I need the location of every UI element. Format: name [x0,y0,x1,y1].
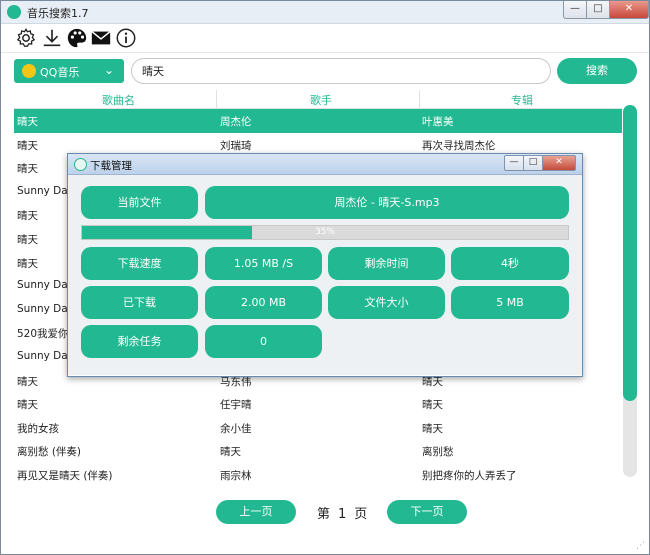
table-header: 歌曲名 歌手 专辑 [14,90,622,109]
album-cell: 晴天 [422,399,443,412]
toolbar [1,24,649,53]
artist-cell: 刘瑞琦 [220,139,252,152]
album-cell: 叶惠美 [422,116,454,128]
app-icon [7,5,21,19]
dialog-body: 当前文件 周杰伦 - 晴天-S.mp3 35% 下载速度 1.05 MB /S … [68,175,582,375]
chevron-down-icon: ⌄ [103,63,114,77]
download-icon[interactable] [41,27,63,49]
page-indicator: 第1页 [317,503,375,522]
song-title-cell: 晴天 [17,139,38,152]
song-title-cell: 晴天 [17,233,38,246]
column-divider [419,90,420,108]
page-word-1: 第 [317,507,331,522]
song-title-cell: Sunny Day [17,279,74,292]
window-title: 音乐搜索1.7 [27,7,89,20]
album-cell: 别把疼你的人弄丢了 [422,469,517,482]
resize-grip[interactable]: ⋰ [636,541,646,551]
speed-label: 下载速度 [81,247,198,280]
mail-icon[interactable] [90,27,112,49]
song-title-cell: Sunny Day [17,302,74,315]
close-button[interactable]: ✕ [609,1,649,19]
song-title-cell: Sunny Day [17,349,74,362]
file-size-label: 文件大小 [328,286,445,319]
album-cell: 离别愁 [422,446,454,459]
search-row: QQ音乐 ⌄ 搜索 [1,56,649,90]
scrollbar-thumb[interactable] [623,105,637,401]
progress-text: 35% [314,227,335,237]
song-title-cell: 晴天 [17,163,38,176]
page-word-2: 页 [354,507,368,522]
downloaded-label: 已下载 [81,286,198,319]
song-title-cell: 晴天 [17,375,38,388]
current-file-name: 周杰伦 - 晴天-S.mp3 [205,186,569,219]
download-progress-bar: 35% [81,225,569,240]
song-title-cell: 晴天 [17,257,38,270]
remaining-time-value: 4秒 [451,247,569,280]
table-row[interactable]: 再见又是晴天 (伴奏) 雨宗林 别把疼你的人弄丢了 [14,463,622,487]
pager: 上一页 第1页 下一页 [1,500,649,526]
artist-cell: 周杰伦 [220,116,252,128]
speed-value: 1.05 MB /S [205,247,322,280]
remaining-time-label: 剩余时间 [328,247,445,280]
song-title-cell: 520我爱你 [17,328,69,341]
qq-music-icon [22,64,36,78]
file-size-value: 5 MB [451,286,569,319]
prev-page-button[interactable]: 上一页 [216,500,296,524]
column-divider [216,90,217,108]
vertical-scrollbar[interactable] [623,105,637,477]
column-header-artist[interactable]: 歌手 [310,92,332,108]
song-title-cell: 晴天 [17,399,38,412]
column-header-album[interactable]: 专辑 [511,92,533,108]
source-select[interactable]: QQ音乐 ⌄ [14,59,124,83]
dialog-app-icon [74,158,87,171]
info-icon[interactable] [115,27,137,49]
search-button[interactable]: 搜索 [557,58,637,84]
download-manager-dialog: 下载管理 — □ ✕ 当前文件 周杰伦 - 晴天-S.mp3 35% 下载速度 … [67,153,583,377]
palette-icon[interactable] [66,27,88,49]
song-title-cell: 离别愁 (伴奏) [17,446,82,459]
album-cell: 晴天 [422,422,443,435]
downloaded-value: 2.00 MB [205,286,322,319]
artist-cell: 雨宗林 [220,469,252,482]
table-row[interactable]: 晴天 任宇晴 晴天 [14,392,622,416]
main-window: 音乐搜索1.7 — □ ✕ QQ音乐 ⌄ 晴天 搜索 歌曲名 歌手 专辑 晴天 … [0,0,650,555]
page-number: 1 [338,507,347,522]
song-title-cell: 我的女孩 [17,422,59,435]
table-row[interactable]: 离别愁 (伴奏) 晴天 离别愁 [14,439,622,463]
dialog-maximize-button[interactable]: □ [523,155,543,171]
table-row[interactable]: 晴天 周杰伦 叶惠美 [14,109,622,133]
minimize-button[interactable]: — [563,1,587,19]
dialog-title: 下载管理 [90,160,132,172]
dialog-minimize-button[interactable]: — [504,155,524,171]
maximize-button[interactable]: □ [586,1,610,19]
search-input[interactable] [131,58,551,84]
title-bar: 音乐搜索1.7 — □ ✕ [1,1,649,24]
song-title-cell: 晴天 [17,116,38,128]
table-row[interactable]: 我的女孩 余小佳 晴天 [14,416,622,440]
artist-cell: 余小佳 [220,422,252,435]
album-cell: 再次寻找周杰伦 [422,139,496,152]
next-page-button[interactable]: 下一页 [387,500,467,524]
artist-cell: 晴天 [220,446,241,459]
gear-icon[interactable] [15,27,37,49]
song-title-cell: 再见又是晴天 (伴奏) [17,469,113,482]
current-file-label: 当前文件 [81,186,198,219]
song-title-cell: 晴天 [17,210,38,223]
dialog-title-bar: 下载管理 — □ ✕ [68,154,582,175]
remaining-tasks-value: 0 [205,325,322,358]
source-label: QQ音乐 [40,66,80,79]
column-header-title[interactable]: 歌曲名 [102,92,135,108]
dialog-close-button[interactable]: ✕ [542,155,576,171]
song-title-cell: Sunny Day [17,184,74,197]
remaining-tasks-label: 剩余任务 [81,325,198,358]
artist-cell: 任宇晴 [220,399,252,412]
